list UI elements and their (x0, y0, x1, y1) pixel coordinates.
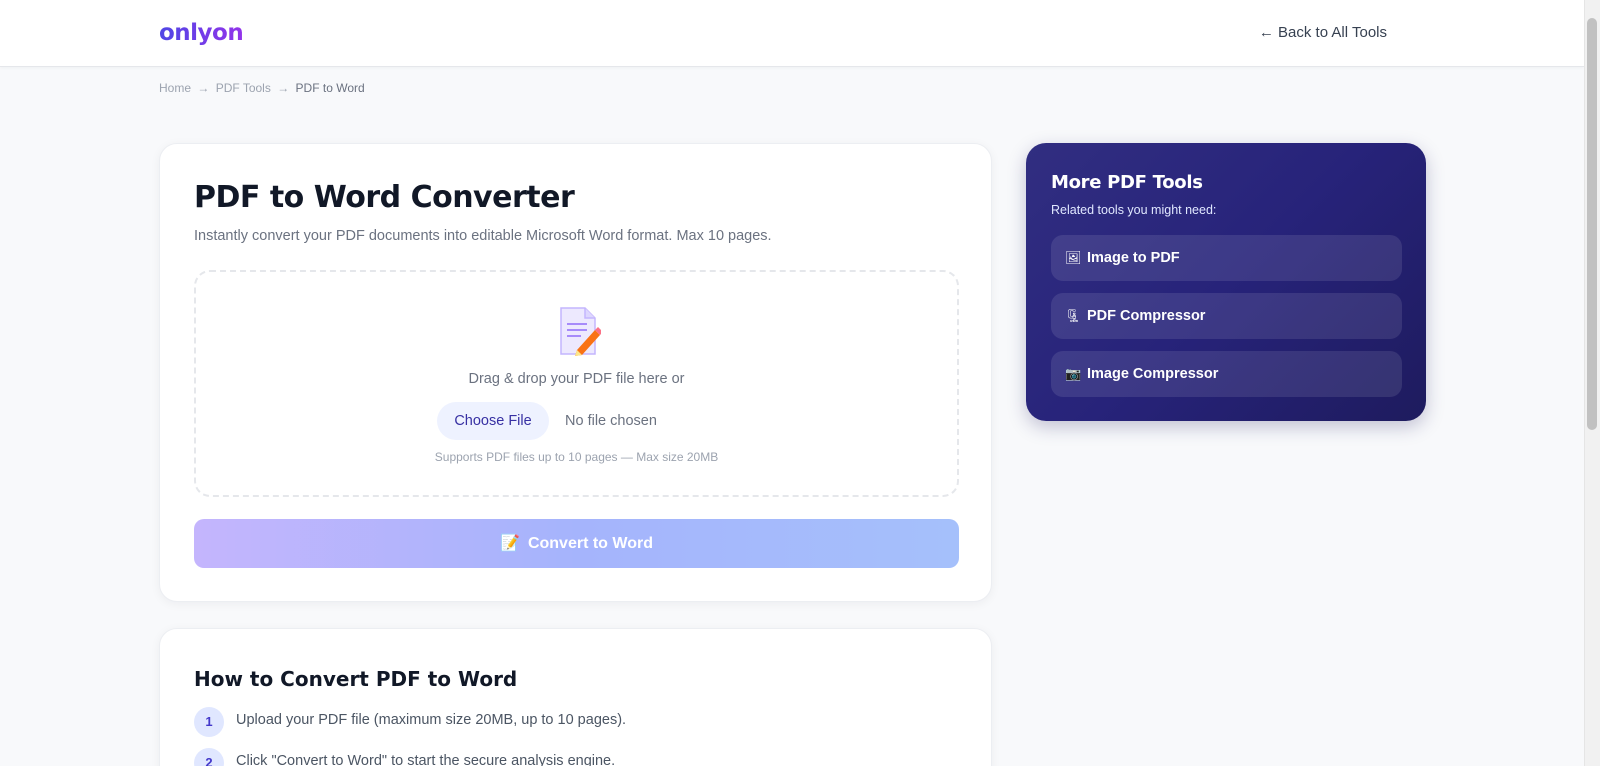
sidebar-title: More PDF Tools (1051, 172, 1203, 193)
step-text: Click "Convert to Word" to start the sec… (236, 753, 616, 766)
breadcrumb-current: PDF to Word (295, 81, 365, 95)
tool-link-label: Image to PDF (1087, 250, 1180, 266)
tool-link-image-to-pdf[interactable]: 🖼 Image to PDF (1051, 235, 1402, 281)
convert-button-label: Convert to Word (527, 535, 653, 552)
site-logo[interactable]: onlyon (159, 20, 244, 46)
howto-title: How to Convert PDF to Word (194, 667, 518, 691)
picture-icon: 🖼 (1065, 250, 1082, 265)
file-status: No file chosen (565, 413, 657, 429)
tool-link-image-compressor[interactable]: 📷 Image Compressor (1051, 351, 1402, 397)
breadcrumb: Home → PDF Tools → PDF to Word (159, 81, 365, 95)
breadcrumb-separator: → (197, 81, 210, 95)
more-pdf-tools-panel: More PDF Tools Related tools you might n… (1026, 143, 1426, 421)
sidebar-subtitle: Related tools you might need: (1051, 203, 1217, 217)
convert-to-word-button[interactable]: 📝 Convert to Word (194, 519, 959, 568)
camera-icon: 📷 (1065, 366, 1082, 381)
top-navbar: onlyon ← Back to All Tools (0, 0, 1584, 67)
converter-card: PDF to Word Converter Instantly convert … (159, 143, 992, 602)
memo-icon: 📝 (500, 535, 520, 552)
breadcrumb-pdf-tools[interactable]: PDF Tools (216, 81, 271, 95)
support-note: Supports PDF files up to 10 pages — Max … (434, 450, 719, 464)
back-to-all-tools-link[interactable]: ← Back to All Tools (1259, 24, 1387, 41)
tool-link-label: PDF Compressor (1087, 308, 1206, 324)
breadcrumb-home[interactable]: Home (159, 81, 191, 95)
scrollbar-thumb[interactable] (1587, 18, 1597, 430)
file-dropzone[interactable]: Drag & drop your PDF file here or Choose… (194, 270, 959, 497)
step-number-badge: 2 (194, 748, 224, 766)
document-pencil-icon (560, 307, 601, 356)
step-number-badge: 1 (194, 707, 224, 737)
choose-file-button[interactable]: Choose File (437, 402, 549, 440)
page-title: PDF to Word Converter (194, 180, 575, 215)
step-text: Upload your PDF file (maximum size 20MB,… (236, 712, 627, 728)
page-scrollbar[interactable] (1584, 0, 1600, 766)
page-subtitle: Instantly convert your PDF documents int… (194, 228, 772, 244)
tool-link-label: Image Compressor (1087, 366, 1219, 382)
breadcrumb-separator: → (277, 81, 290, 95)
tool-link-pdf-compressor[interactable]: 🗜 PDF Compressor (1051, 293, 1402, 339)
how-to-card: How to Convert PDF to Word 1 Upload your… (159, 628, 992, 766)
clamp-icon: 🗜 (1065, 308, 1082, 323)
dropzone-prompt: Drag & drop your PDF file here or (468, 371, 685, 387)
